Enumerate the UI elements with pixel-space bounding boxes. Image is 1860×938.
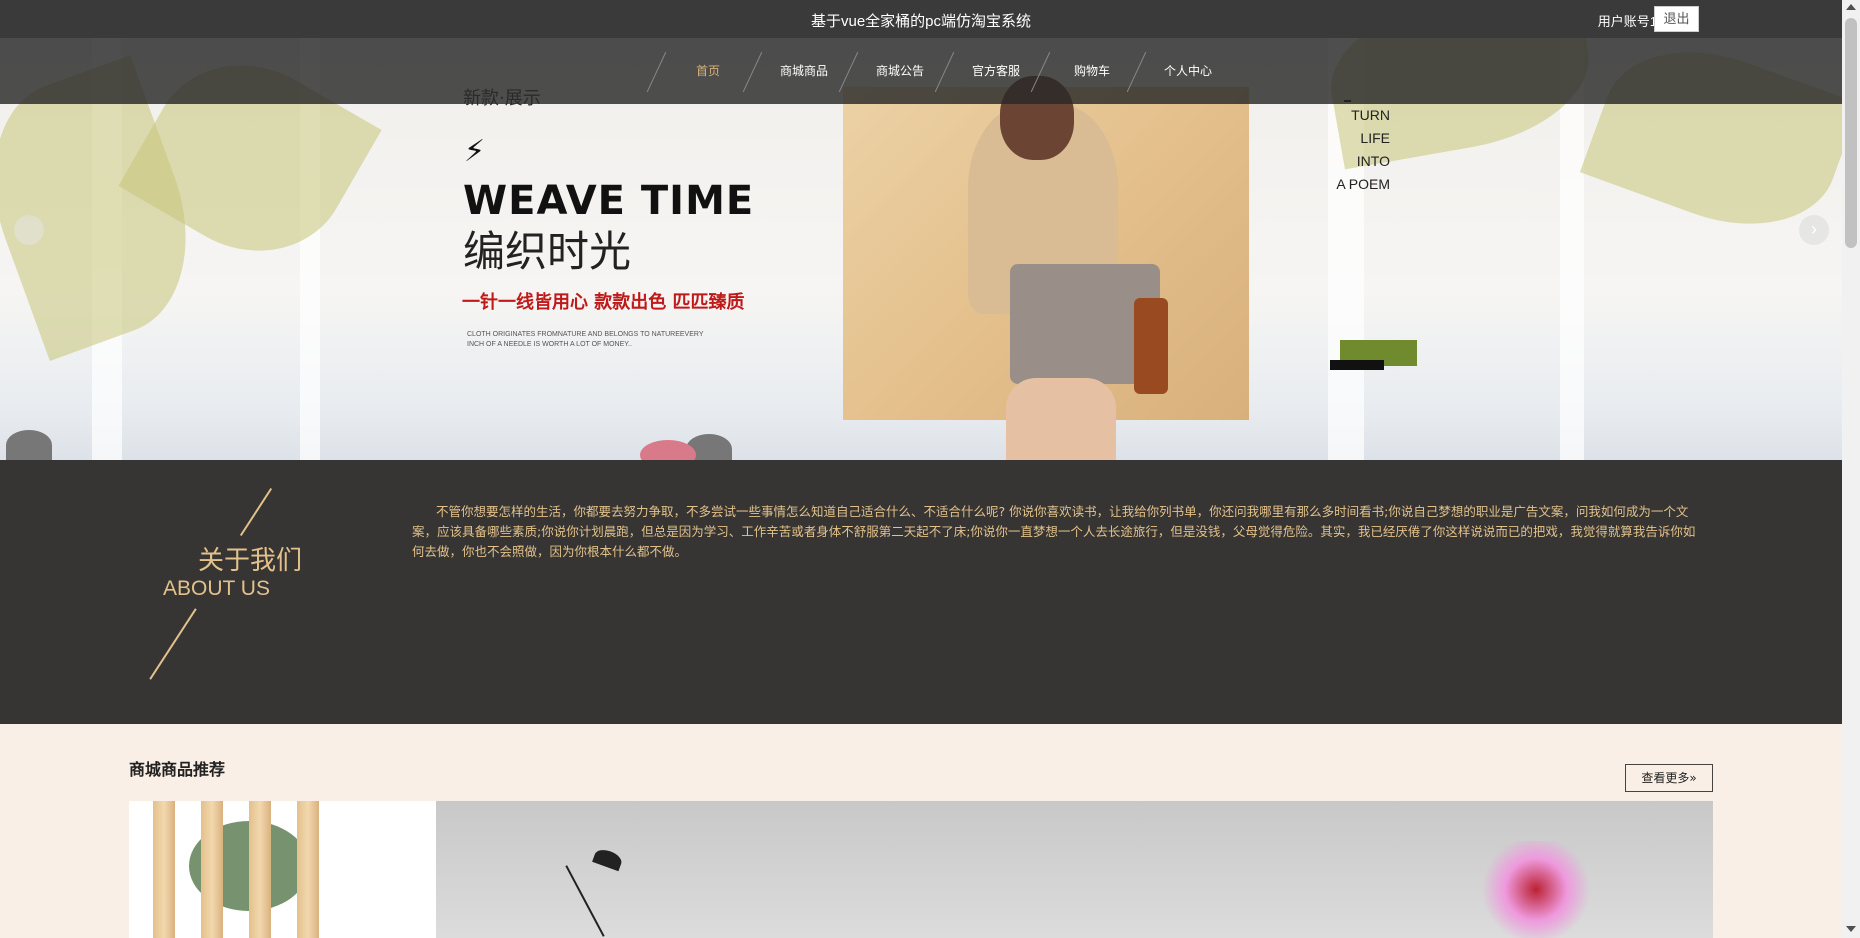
page-scrollbar[interactable]	[1842, 0, 1860, 938]
banner-poem: TURN LIFE INTO A POEM	[1290, 104, 1390, 196]
site-title: 基于vue全家桶的pc端仿淘宝系统	[810, 13, 1032, 30]
poem-line: INTO	[1356, 153, 1390, 169]
wood-slat	[201, 801, 223, 938]
wood-slat	[153, 801, 175, 938]
view-more-button[interactable]: 查看更多»	[1625, 764, 1713, 792]
poem-line: LIFE	[1360, 130, 1390, 146]
poem-line: A POEM	[1336, 176, 1390, 192]
decor-line	[149, 608, 197, 680]
nav-item-customer-service[interactable]: 官方客服	[948, 38, 1044, 104]
banner-headline-cn: 编织时光	[463, 227, 632, 276]
nav-item-products[interactable]: 商城商品	[756, 38, 852, 104]
nav-item-cart[interactable]: 购物车	[1044, 38, 1140, 104]
lamp-image	[565, 865, 605, 937]
banner-black-bar	[1330, 360, 1384, 370]
speaker-decoration	[6, 430, 52, 460]
wood-slat	[249, 801, 271, 938]
nav-item-home[interactable]: 首页	[660, 38, 756, 104]
top-bar: 基于vue全家桶的pc端仿淘宝系统 用户账号1 退出	[0, 0, 1842, 38]
carousel-next-button[interactable]: ›	[1799, 215, 1829, 245]
banner-tagline: 一针一线皆用心 款款出色 匹匹臻质	[462, 292, 745, 313]
product-card[interactable]	[129, 801, 436, 938]
poem-line: TURN	[1351, 107, 1390, 123]
user-account-label[interactable]: 用户账号1	[1598, 11, 1657, 30]
main-nav: 首页 商城商品 商城公告 官方客服 购物车 个人中心	[0, 38, 1842, 104]
about-title-en: ABOUT US	[163, 577, 270, 600]
wood-slat	[297, 801, 319, 938]
scroll-thumb[interactable]	[1845, 18, 1857, 248]
decor-line	[239, 487, 273, 537]
about-title-cn: 关于我们	[198, 546, 303, 576]
nav-item-profile[interactable]: 个人中心	[1140, 38, 1236, 104]
lamp-head	[592, 846, 624, 872]
recommend-title: 商城商品推荐	[129, 760, 226, 779]
about-text: 不管你想要怎样的生活，你都要去努力争取，不多尝试一些事情怎么知道自己适合什么、不…	[412, 504, 1696, 559]
scroll-up-icon[interactable]	[1846, 4, 1856, 10]
model-bag	[1134, 298, 1168, 394]
nav-item-announcements[interactable]: 商城公告	[852, 38, 948, 104]
banner-fine-print: CLOTH ORIGINATES FROMNATURE AND BELONGS …	[467, 331, 704, 348]
recommend-section: 商城商品推荐 查看更多»	[0, 724, 1842, 938]
carousel-prev-button[interactable]	[14, 215, 44, 245]
lightning-icon: ⚡	[464, 135, 486, 168]
product-card[interactable]	[436, 801, 1713, 938]
model-legs	[1006, 378, 1116, 460]
logout-button[interactable]: 退出	[1654, 6, 1699, 32]
scroll-down-icon[interactable]	[1846, 926, 1856, 932]
about-section: 关于我们 ABOUT US 不管你想要怎样的生活，你都要去努力争取，不多尝试一些…	[0, 460, 1842, 724]
vase-image	[1476, 841, 1596, 938]
